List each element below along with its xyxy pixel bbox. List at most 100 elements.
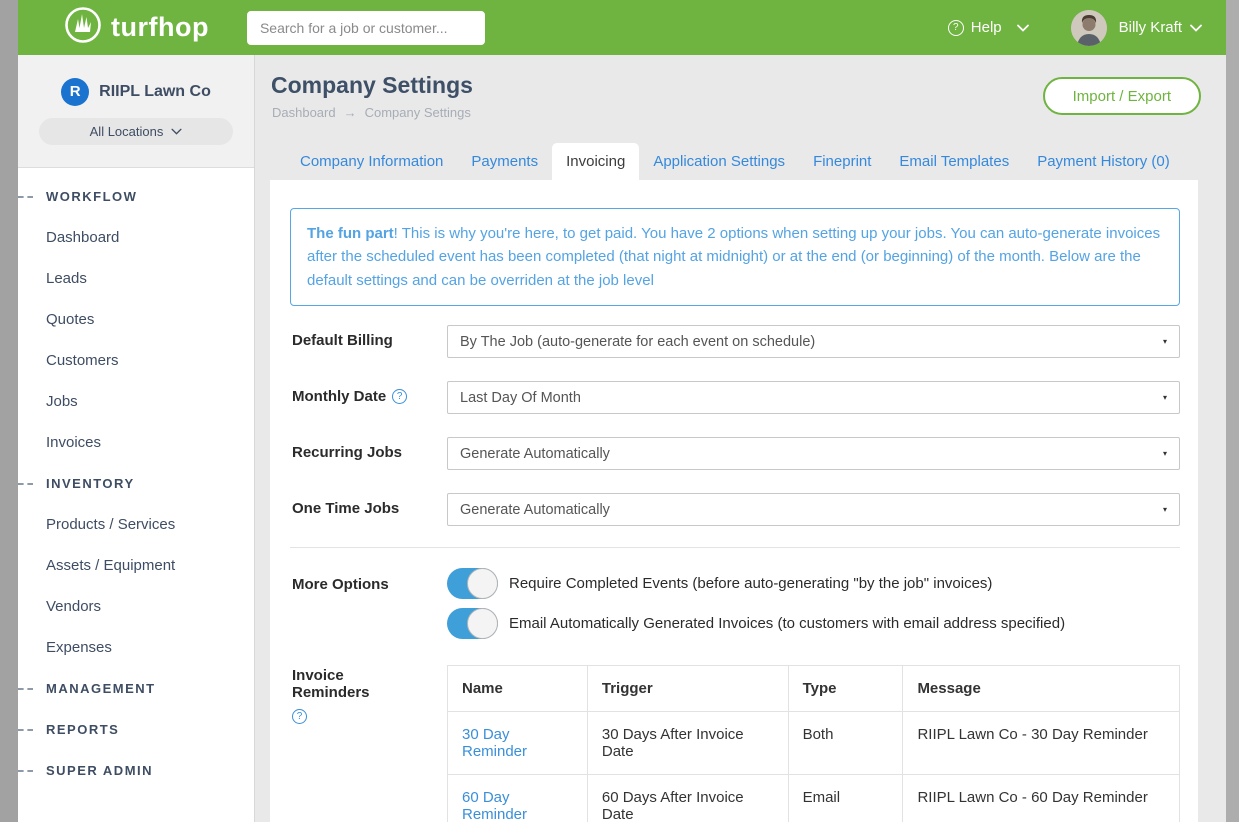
breadcrumb: Dashboard → Company Settings [272, 105, 471, 120]
sidebar-item-invoices[interactable]: Invoices [18, 422, 254, 463]
monthly-date-label: Monthly Date ? [292, 388, 407, 405]
dropdown-arrow-icon: ▾ [1163, 505, 1167, 514]
dropdown-arrow-icon: ▾ [1163, 449, 1167, 458]
sidebar-item-customers[interactable]: Customers [18, 340, 254, 381]
toggle-knob [467, 568, 498, 599]
tab-invoicing[interactable]: Invoicing [552, 143, 639, 180]
reminder-type: Email [788, 775, 903, 822]
monthly-date-value: Last Day Of Month [460, 390, 581, 406]
company-row[interactable]: R RIIPL Lawn Co [61, 78, 211, 106]
section-divider [290, 547, 1180, 548]
user-avatar[interactable] [1071, 10, 1107, 46]
sidebar-item-expenses[interactable]: Expenses [18, 627, 254, 668]
monthly-date-help-icon[interactable]: ? [392, 389, 407, 404]
default-billing-select[interactable]: By The Job (auto-generate for each event… [447, 325, 1180, 358]
help-menu[interactable]: ? Help [948, 19, 1029, 36]
sidebar-item-leads[interactable]: Leads [18, 258, 254, 299]
sidebar-item-vendors[interactable]: Vendors [18, 586, 254, 627]
locations-dropdown[interactable]: All Locations [39, 118, 233, 145]
help-question-icon: ? [948, 20, 964, 36]
sidebar-item-quotes[interactable]: Quotes [18, 299, 254, 340]
sidebar-section-workflow[interactable]: WORKFLOW [18, 176, 254, 217]
column-header-message: Message [903, 666, 1180, 712]
reminder-message: RIIPL Lawn Co - 60 Day Reminder [903, 775, 1180, 822]
recurring-jobs-label: Recurring Jobs [292, 444, 402, 461]
app-logo-text: turfhop [111, 12, 209, 43]
window-edge-strip [0, 0, 18, 822]
sidebar-company-block: R RIIPL Lawn Co All Locations [18, 55, 254, 168]
company-name: RIIPL Lawn Co [99, 83, 211, 101]
sidebar-item-products-services[interactable]: Products / Services [18, 504, 254, 545]
help-label: Help [971, 19, 1002, 36]
sidebar-section-inventory[interactable]: INVENTORY [18, 463, 254, 504]
reminder-type: Both [788, 712, 903, 775]
tab-application-settings[interactable]: Application Settings [639, 143, 799, 180]
reminder-link[interactable]: 30 Day Reminder [462, 726, 527, 760]
import-export-button[interactable]: Import / Export [1043, 77, 1201, 115]
invoice-reminders-table: Name Trigger Type Message 30 Day Reminde… [447, 665, 1180, 822]
section-dashes-icon [18, 770, 33, 772]
sidebar-section-reports[interactable]: REPORTS [18, 709, 254, 750]
main-content: Company Settings Dashboard → Company Set… [255, 55, 1226, 822]
sidebar-item-dashboard[interactable]: Dashboard [18, 217, 254, 258]
company-logo: R [61, 78, 89, 106]
table-header-row: Name Trigger Type Message [448, 666, 1180, 712]
section-dashes-icon [18, 196, 33, 198]
invoicing-panel: The fun part! This is why you're here, t… [270, 180, 1198, 822]
grass-logo-icon [64, 6, 102, 49]
chevron-down-icon[interactable] [1190, 19, 1202, 37]
column-header-trigger: Trigger [587, 666, 788, 712]
tab-payments[interactable]: Payments [457, 143, 552, 180]
recurring-jobs-select[interactable]: Generate Automatically ▾ [447, 437, 1180, 470]
section-dashes-icon [18, 729, 33, 731]
sidebar-section-super-admin[interactable]: SUPER ADMIN [18, 750, 254, 791]
breadcrumb-company-settings[interactable]: Company Settings [365, 105, 471, 120]
sidebar-nav: WORKFLOW Dashboard Leads Quotes Customer… [18, 168, 254, 791]
default-billing-value: By The Job (auto-generate for each event… [460, 334, 815, 350]
app-logo[interactable]: turfhop [64, 6, 209, 49]
user-name[interactable]: Billy Kraft [1119, 19, 1182, 36]
breadcrumb-arrow-icon: → [344, 105, 357, 120]
breadcrumb-dashboard[interactable]: Dashboard [272, 105, 336, 120]
invoice-reminders-label: Invoice Reminders ? [292, 667, 422, 724]
invoice-reminders-help-icon[interactable]: ? [292, 709, 307, 724]
info-callout-text: ! This is why you're here, to get paid. … [307, 225, 1160, 289]
tab-payment-history[interactable]: Payment History (0) [1023, 143, 1184, 180]
section-dashes-icon [18, 688, 33, 690]
one-time-jobs-select[interactable]: Generate Automatically ▾ [447, 493, 1180, 526]
tab-company-information[interactable]: Company Information [286, 143, 457, 180]
email-generated-invoices-row: Email Automatically Generated Invoices (… [447, 608, 1065, 639]
dropdown-arrow-icon: ▾ [1163, 337, 1167, 346]
toggle-knob [467, 608, 498, 639]
require-completed-events-toggle[interactable] [447, 568, 498, 599]
table-row: 30 Day Reminder 30 Days After Invoice Da… [448, 712, 1180, 775]
locations-label: All Locations [90, 124, 164, 139]
search-input[interactable] [247, 11, 485, 45]
page-title: Company Settings [271, 72, 473, 99]
sidebar-item-assets-equipment[interactable]: Assets / Equipment [18, 545, 254, 586]
table-row: 60 Day Reminder 60 Days After Invoice Da… [448, 775, 1180, 822]
monthly-date-select[interactable]: Last Day Of Month ▾ [447, 381, 1180, 414]
require-completed-events-row: Require Completed Events (before auto-ge… [447, 568, 992, 599]
sidebar-item-jobs[interactable]: Jobs [18, 381, 254, 422]
chevron-down-icon [171, 128, 182, 135]
window-scrollbar[interactable] [1226, 0, 1239, 822]
reminder-message: RIIPL Lawn Co - 30 Day Reminder [903, 712, 1180, 775]
default-billing-label: Default Billing [292, 332, 393, 349]
reminder-trigger: 30 Days After Invoice Date [587, 712, 788, 775]
email-generated-invoices-label: Email Automatically Generated Invoices (… [509, 615, 1065, 632]
email-generated-invoices-toggle[interactable] [447, 608, 498, 639]
reminder-link[interactable]: 60 Day Reminder [462, 789, 527, 822]
require-completed-events-label: Require Completed Events (before auto-ge… [509, 575, 992, 592]
one-time-jobs-value: Generate Automatically [460, 502, 610, 518]
column-header-type: Type [788, 666, 903, 712]
chevron-down-icon [1017, 19, 1029, 36]
tab-email-templates[interactable]: Email Templates [885, 143, 1023, 180]
top-header-bar: turfhop ? Help Billy Kraft [18, 0, 1226, 55]
tab-fineprint[interactable]: Fineprint [799, 143, 885, 180]
sidebar-section-management[interactable]: MANAGEMENT [18, 668, 254, 709]
reminder-trigger: 60 Days After Invoice Date [587, 775, 788, 822]
info-callout: The fun part! This is why you're here, t… [290, 208, 1180, 306]
section-dashes-icon [18, 483, 33, 485]
info-callout-bold: The fun part [307, 225, 394, 242]
